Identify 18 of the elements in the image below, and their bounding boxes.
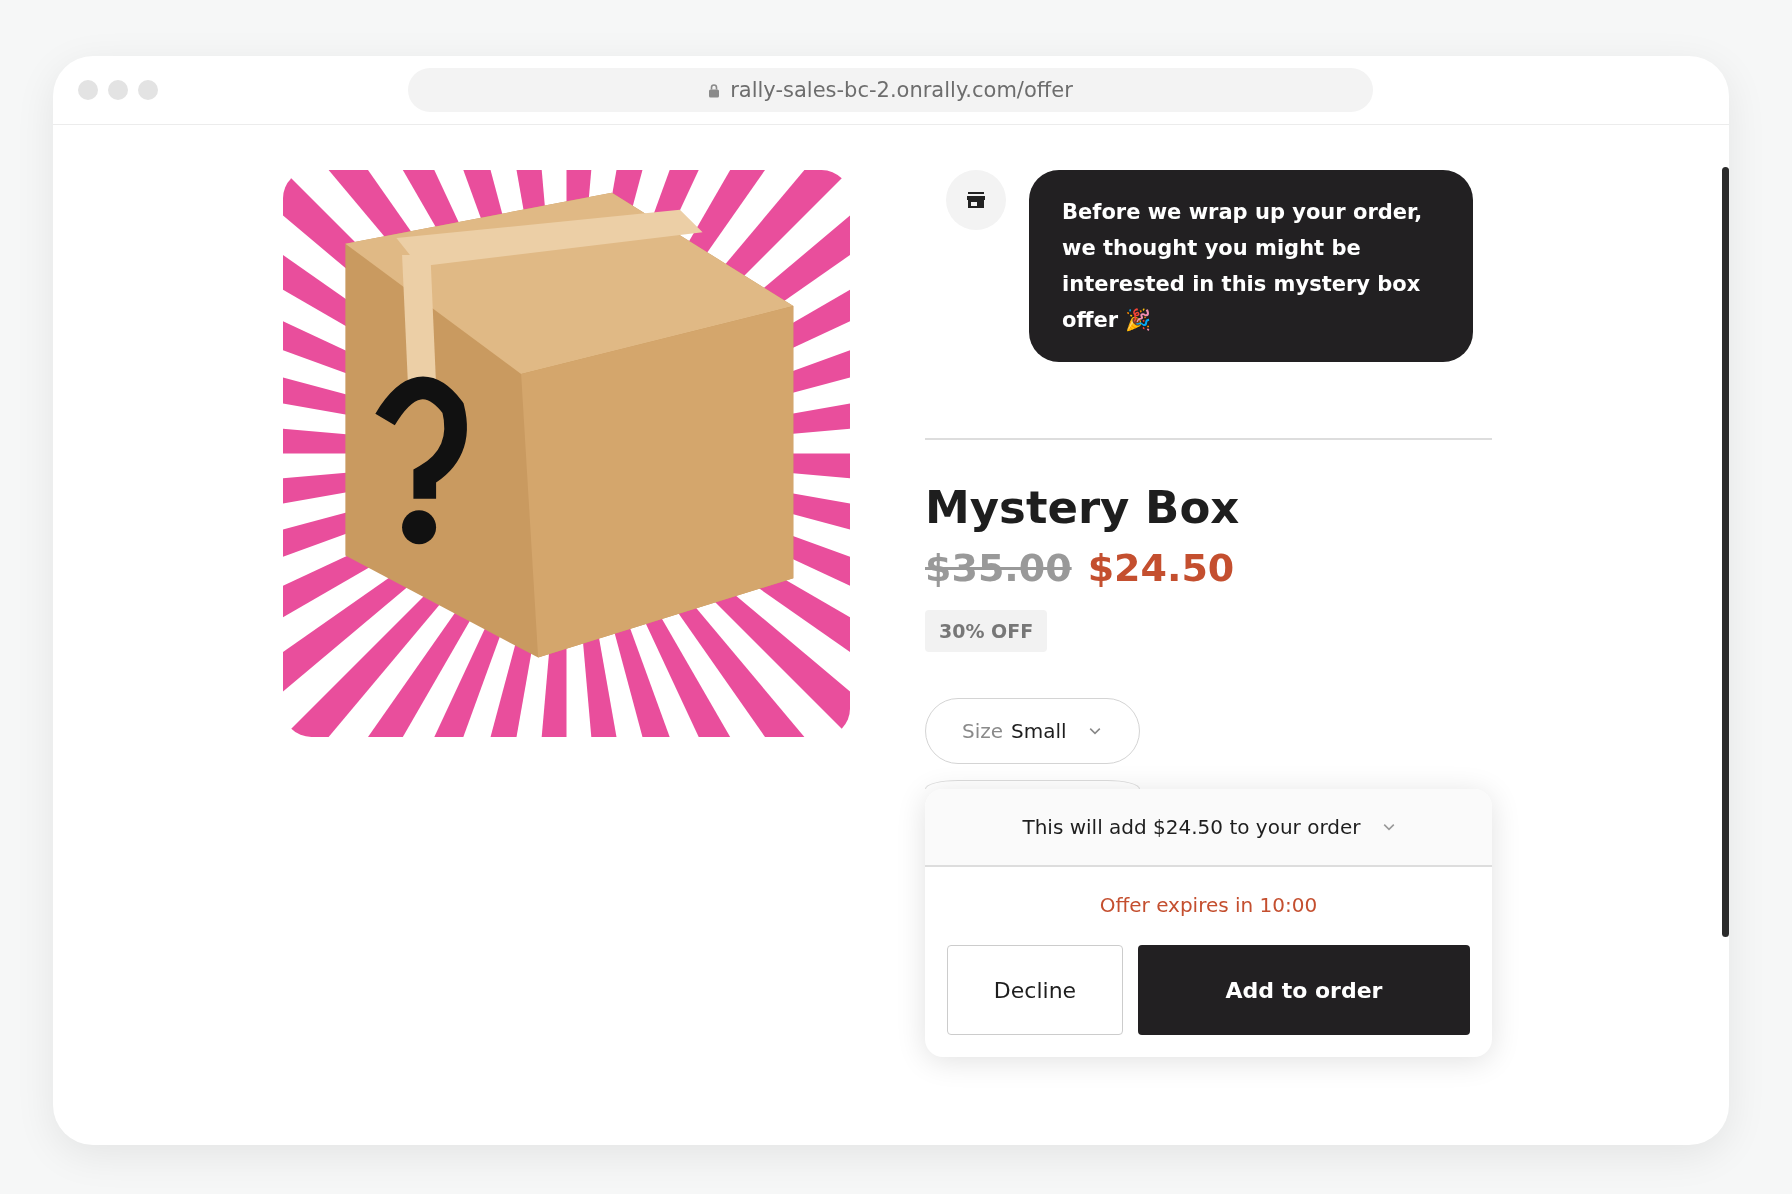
store-icon xyxy=(966,191,986,209)
chevron-down-icon xyxy=(1382,823,1395,831)
address-bar[interactable]: rally-sales-bc-2.onrally.com/offer xyxy=(408,68,1373,112)
lock-icon xyxy=(708,82,721,98)
sale-price: $24.50 xyxy=(1087,546,1235,590)
decline-button[interactable]: Decline xyxy=(947,945,1123,1035)
offer-timer: Offer expires in 10:00 xyxy=(1098,893,1319,917)
product-title: Mystery Box xyxy=(925,480,1240,536)
discount-badge: 30% OFF xyxy=(925,610,1048,652)
chat-message: Before we wrap up your order, we thought you might be interested in this mystery box offer 🎉 xyxy=(1029,170,1473,362)
scrollbar[interactable] xyxy=(1722,167,1729,937)
chevron-down-icon xyxy=(1088,727,1101,735)
order-summary-toggle[interactable]: This will add $24.50 to your order xyxy=(925,789,1492,867)
window-control-icon[interactable] xyxy=(108,80,128,100)
window-control-icon[interactable] xyxy=(78,80,98,100)
window-control-icon[interactable] xyxy=(138,80,158,100)
original-price: $35.00 xyxy=(925,546,1072,590)
add-to-order-button[interactable]: Add to order xyxy=(1138,945,1470,1035)
